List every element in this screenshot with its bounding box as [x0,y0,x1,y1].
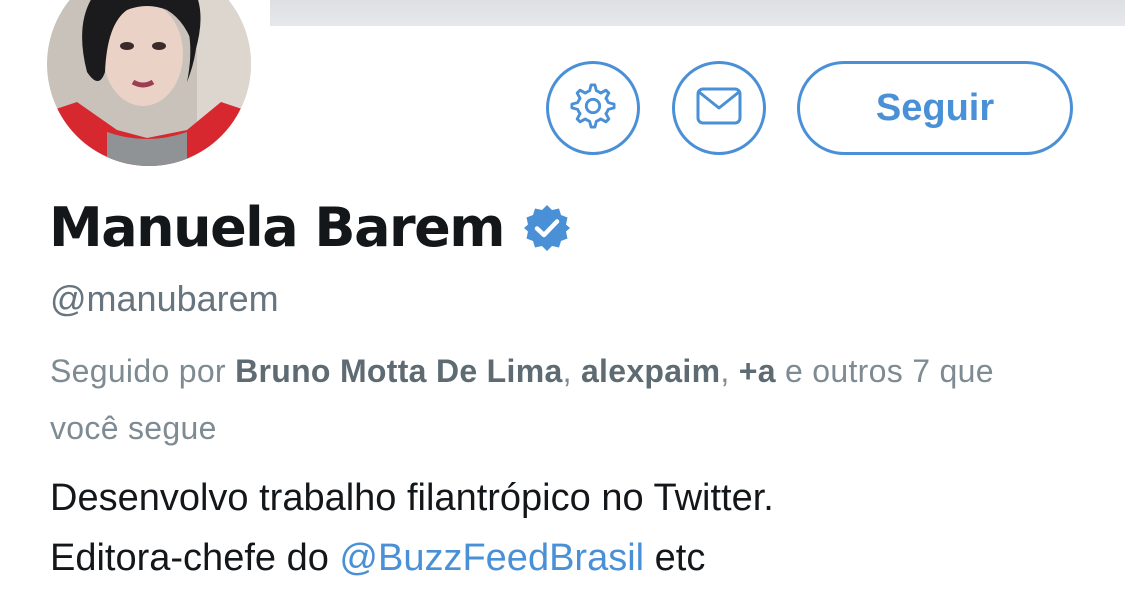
envelope-icon [695,86,743,131]
bio-line-2: Editora-chefe do @BuzzFeedBrasil etc [50,528,1100,588]
display-name: Manuela Barem [49,196,506,259]
profile-photo [47,0,251,166]
bio-text: etc [644,537,706,579]
follower-link-bruno[interactable]: Bruno Motta De Lima [235,353,562,389]
follow-button[interactable]: Seguir [797,61,1073,155]
profile-bio: Desenvolvo trabalho filantrópico no Twit… [50,468,1100,588]
profile-name-row: Manuela Barem [49,196,572,259]
followed-by-separator: , [562,353,581,389]
settings-button[interactable] [546,61,640,155]
followed-by-separator: , [720,353,739,389]
profile-handle: @manubarem [50,278,279,319]
verified-badge-icon [522,203,572,253]
gear-icon [570,82,616,134]
followed-by-prefix: Seguido por [50,353,236,389]
mention-link[interactable]: @BuzzFeedBrasil [339,537,644,579]
bio-line-1: Desenvolvo trabalho filantrópico no Twit… [50,477,774,519]
follower-link-alexpaim[interactable]: alexpaim [581,353,720,389]
avatar[interactable] [41,0,257,172]
follower-link-more[interactable]: +a [739,353,776,389]
bio-text: Editora-chefe do [50,537,340,579]
followed-by-text: Seguido por Bruno Motta De Lima, alexpai… [50,343,1050,457]
message-button[interactable] [672,61,766,155]
